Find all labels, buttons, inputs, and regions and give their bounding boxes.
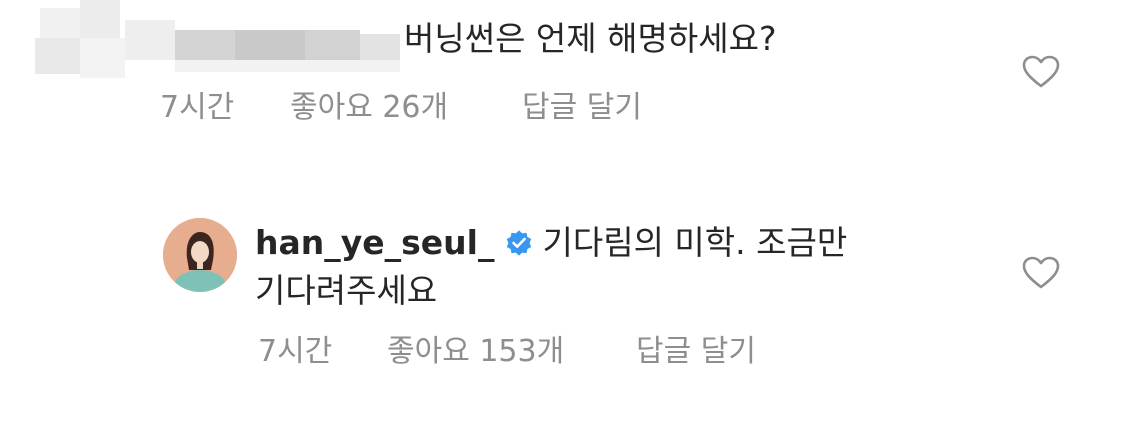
comment-text-line-2: 기다려주세요 [255, 271, 438, 310]
likes-count-button[interactable]: 좋아요 153개 [387, 332, 564, 372]
username-link[interactable]: han_ye_seul_ [255, 223, 494, 262]
verified-badge-icon [504, 228, 534, 258]
comment-text: 버닝썬은 언제 해명하세요? [404, 19, 777, 58]
likes-count-button[interactable]: 좋아요 26개 [290, 88, 448, 128]
comments-section: 버닝썬은 언제 해명하세요? 7시간 좋아요 26개 답글 달기 han_ye_… [0, 0, 1125, 433]
comment-text: 기다림의 미학. 조금만 [542, 223, 848, 262]
comment-time: 7시간 [258, 334, 333, 369]
comment-time: 7시간 [160, 90, 235, 125]
heart-outline-icon[interactable] [1022, 55, 1060, 89]
comment-text-line-1: han_ye_seul_ 기다림의 미학. 조금만 [255, 218, 847, 268]
heart-outline-icon[interactable] [1022, 256, 1060, 290]
reply-button[interactable]: 답글 달기 [636, 332, 756, 372]
avatar[interactable] [163, 218, 237, 292]
censored-author [30, 0, 410, 85]
reply-button[interactable]: 답글 달기 [522, 88, 642, 128]
